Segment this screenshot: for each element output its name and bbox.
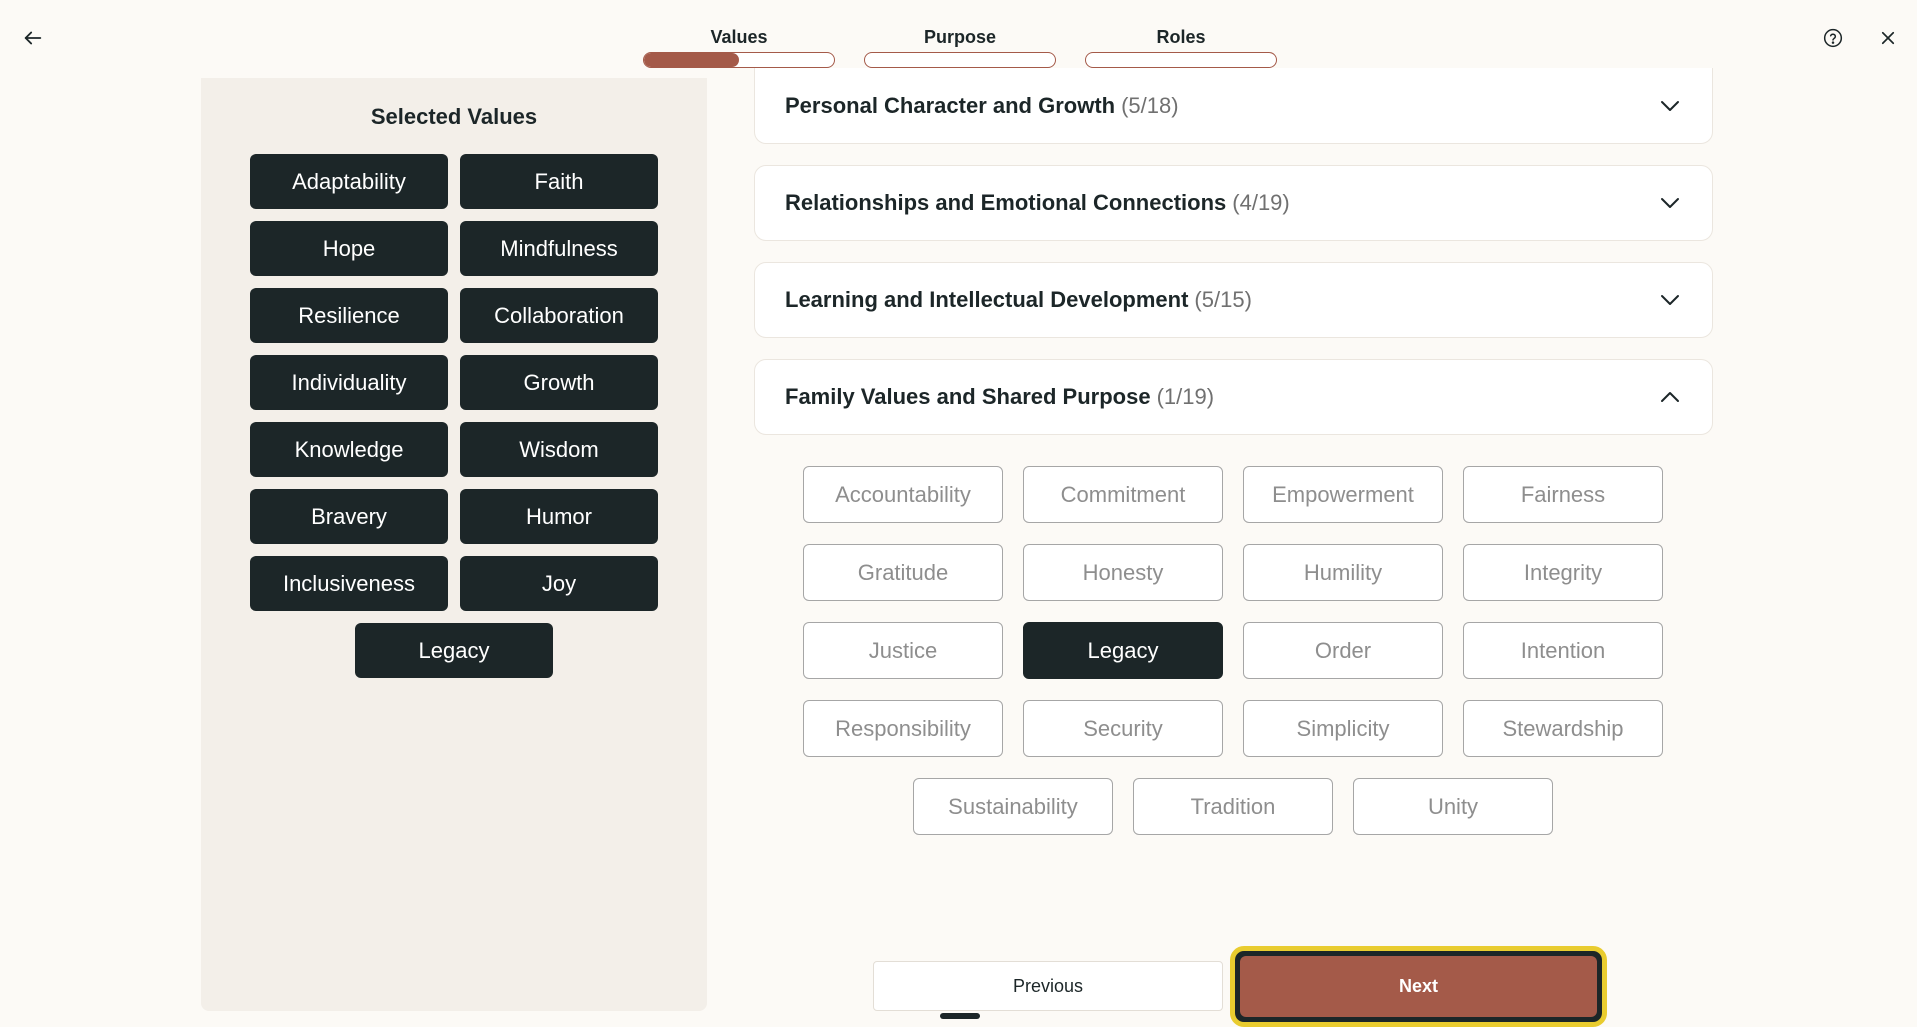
category-title: Personal Character and Growth [785, 92, 1116, 118]
category-title: Family Values and Shared Purpose [785, 384, 1151, 409]
category-learning[interactable]: Learning and Intellectual Development (5… [754, 262, 1713, 338]
step-progress-bar [643, 52, 835, 68]
selected-value-chip[interactable]: Bravery [250, 489, 448, 544]
step-progress-bar [864, 52, 1056, 68]
selected-value-chip[interactable]: Faith [460, 154, 658, 209]
selected-value-chip[interactable]: Knowledge [250, 422, 448, 477]
step-label: Purpose [923, 27, 997, 47]
chevron-down-icon [1661, 295, 1679, 305]
value-option[interactable]: Legacy [1023, 622, 1223, 679]
step-purpose[interactable]: Purpose [864, 26, 1056, 68]
step-values[interactable]: Values [643, 26, 835, 68]
category-personal-character[interactable]: Personal Character and Growth (5/18) [754, 68, 1713, 144]
value-option[interactable]: Justice [803, 622, 1003, 679]
value-option[interactable]: Empowerment [1243, 466, 1443, 523]
step-roles[interactable]: Roles [1085, 26, 1277, 68]
value-option[interactable]: Gratitude [803, 544, 1003, 601]
previous-button[interactable]: Previous [873, 961, 1223, 1011]
step-progress-bar [1085, 52, 1277, 68]
selected-value-chip[interactable]: Resilience [250, 288, 448, 343]
category-count: (4/19) [1232, 190, 1290, 215]
close-button[interactable] [1872, 22, 1904, 54]
help-button[interactable] [1817, 22, 1849, 54]
selected-value-chip[interactable]: Wisdom [460, 422, 658, 477]
value-option[interactable]: Order [1243, 622, 1443, 679]
selected-value-chip[interactable]: Adaptability [250, 154, 448, 209]
selected-value-chip[interactable]: Humor [460, 489, 658, 544]
value-option[interactable]: Accountability [803, 466, 1003, 523]
category-count: (5/15) [1194, 287, 1252, 312]
selected-value-chip[interactable]: Legacy [355, 623, 553, 678]
chevron-down-icon [1661, 100, 1679, 111]
selected-value-chip[interactable]: Growth [460, 355, 658, 410]
close-icon [1881, 31, 1895, 45]
scroll-handle[interactable] [940, 1013, 980, 1019]
selected-value-chip[interactable]: Mindfulness [460, 221, 658, 276]
question-circle-icon [1823, 28, 1843, 48]
step-progress: Values Purpose Roles [0, 26, 1917, 70]
selected-value-chip[interactable]: Collaboration [460, 288, 658, 343]
value-option[interactable]: Humility [1243, 544, 1443, 601]
chevron-down-icon [1661, 198, 1679, 208]
selected-value-chip[interactable]: Hope [250, 221, 448, 276]
selected-values-title: Selected Values [370, 104, 538, 129]
selected-values-list: Adaptability Faith Hope Mindfulness Resi… [249, 154, 659, 678]
value-option[interactable]: Fairness [1463, 466, 1663, 523]
step-label: Values [710, 27, 768, 47]
chevron-up-icon [1661, 392, 1679, 402]
category-family-values[interactable]: Family Values and Shared Purpose (1/19) [754, 359, 1713, 435]
value-option[interactable]: Stewardship [1463, 700, 1663, 757]
next-button-focus-ring: Next [1230, 946, 1607, 1027]
selected-values-panel: Selected Values Adaptability Faith Hope … [201, 78, 707, 1011]
next-button[interactable]: Next [1240, 956, 1597, 1017]
category-count: (5/18) [1121, 92, 1179, 118]
selected-value-chip[interactable]: Individuality [250, 355, 448, 410]
selected-value-chip[interactable]: Joy [460, 556, 658, 611]
value-option[interactable]: Sustainability [913, 778, 1113, 835]
value-option[interactable]: Simplicity [1243, 700, 1443, 757]
value-option[interactable]: Honesty [1023, 544, 1223, 601]
category-count: (1/19) [1156, 384, 1215, 409]
category-title: Relationships and Emotional Connections [785, 190, 1227, 215]
value-option[interactable]: Intention [1463, 622, 1663, 679]
step-label: Roles [1156, 27, 1206, 47]
value-options: Accountability Commitment Empowerment Fa… [802, 466, 1664, 835]
selected-value-chip[interactable]: Inclusiveness [250, 556, 448, 611]
value-option[interactable]: Integrity [1463, 544, 1663, 601]
category-relationships[interactable]: Relationships and Emotional Connections … [754, 165, 1713, 241]
value-option[interactable]: Unity [1353, 778, 1553, 835]
value-option[interactable]: Tradition [1133, 778, 1333, 835]
value-option[interactable]: Security [1023, 700, 1223, 757]
category-title: Learning and Intellectual Development [785, 287, 1189, 312]
value-option[interactable]: Commitment [1023, 466, 1223, 523]
value-option[interactable]: Responsibility [803, 700, 1003, 757]
